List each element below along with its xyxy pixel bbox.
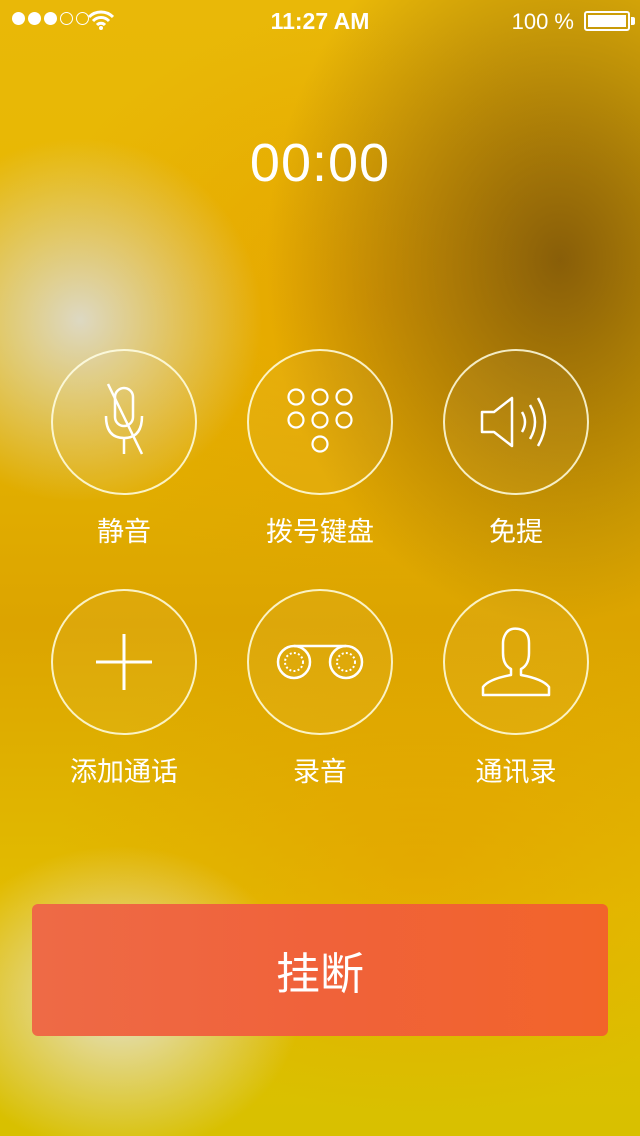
add-call-label: 添加通话: [70, 757, 178, 788]
battery-icon: [584, 11, 630, 31]
speaker-button[interactable]: 免提: [416, 349, 616, 549]
tape-record-icon: [276, 644, 364, 680]
plus-icon: [96, 634, 152, 690]
hangup-button[interactable]: 挂断: [32, 904, 608, 1036]
contacts-label: 通讯录: [475, 757, 557, 788]
mic-muted-icon: [104, 383, 144, 455]
status-bar: 11:27 AM 100 %: [0, 0, 640, 40]
record-circle[interactable]: [247, 589, 393, 735]
record-button[interactable]: 录音: [220, 589, 420, 789]
speaker-label: 免提: [489, 517, 543, 548]
contacts-button[interactable]: 通讯录: [416, 589, 616, 789]
speaker-circle[interactable]: [443, 349, 589, 495]
add-call-circle[interactable]: [51, 589, 197, 735]
hangup-label: 挂断: [276, 949, 364, 1000]
keypad-button[interactable]: 拨号键盘: [220, 349, 420, 549]
call-timer: 00:00: [249, 133, 391, 193]
battery-cap: [631, 17, 635, 25]
contact-person-icon: [481, 627, 551, 697]
mute-circle[interactable]: [51, 349, 197, 495]
add-call-button[interactable]: 添加通话: [24, 589, 224, 789]
mute-button[interactable]: 静音: [24, 349, 224, 549]
speaker-icon: [480, 396, 547, 448]
keypad-label: 拨号键盘: [266, 517, 374, 548]
contacts-circle[interactable]: [443, 589, 589, 735]
keypad-circle[interactable]: [247, 349, 393, 495]
record-label: 录音: [293, 757, 347, 788]
mute-label: 静音: [97, 517, 151, 548]
keypad-icon: [287, 388, 353, 453]
battery-percent: 100 %: [511, 9, 574, 34]
